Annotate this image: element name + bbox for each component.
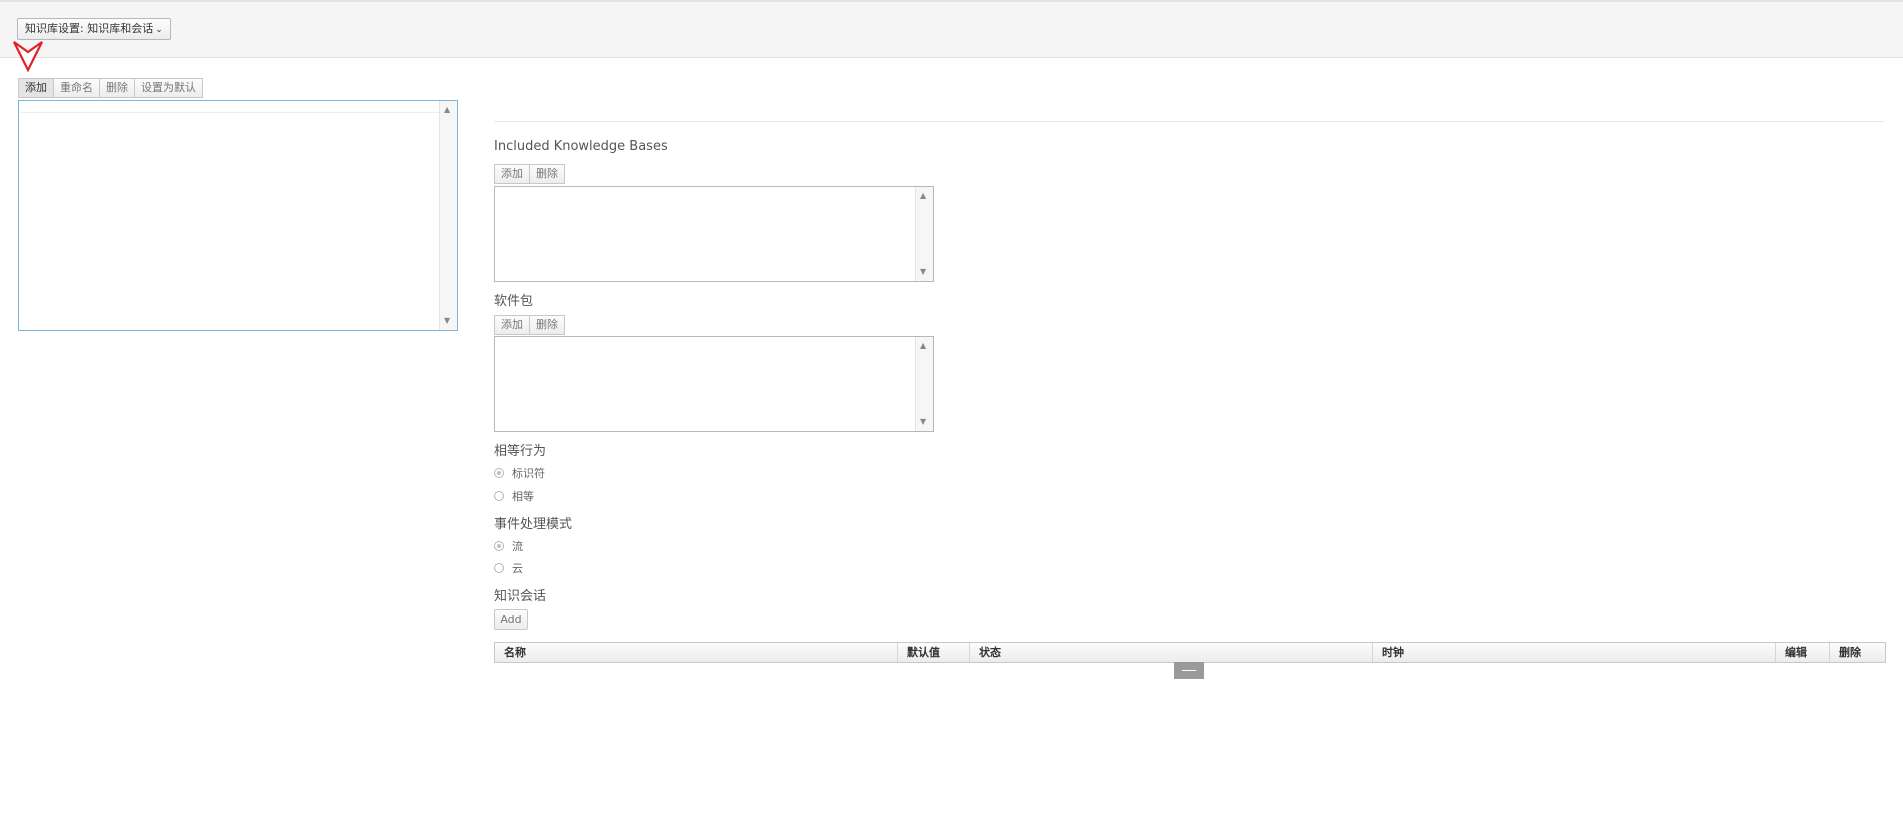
radio-cloud[interactable] (494, 563, 504, 573)
add-session-button[interactable]: Add (494, 609, 528, 630)
add-kbase-button[interactable]: 添加 (18, 78, 54, 98)
event-mode-title: 事件处理模式 (494, 517, 573, 532)
included-kbs-list[interactable]: ▲ ▼ (494, 186, 934, 282)
radio-identity[interactable] (494, 468, 504, 478)
delete-kbase-button[interactable]: 删除 (99, 78, 135, 98)
delete-package-button[interactable]: 删除 (529, 315, 565, 335)
delete-included-kb-button[interactable]: 删除 (529, 164, 565, 184)
radio-stream-label: 流 (512, 540, 523, 553)
add-included-kb-button[interactable]: 添加 (494, 164, 530, 184)
set-default-button[interactable]: 设置为默认 (134, 78, 203, 98)
packages-title: 软件包 (494, 294, 534, 309)
kb-settings-label: 知识库设置: 知识库和会话 (25, 22, 154, 35)
left-panel-toolbar: 添加 重命名 删除 设置为默认 (18, 78, 203, 98)
scroll-down-icon[interactable]: ▼ (444, 317, 450, 325)
section-divider (494, 121, 1884, 122)
included-kbs-scrollbar[interactable]: ▲ ▼ (915, 187, 933, 281)
packages-toolbar: 添加 删除 (494, 315, 565, 335)
col-edit[interactable]: 编辑 (1776, 643, 1830, 662)
sessions-table-header: 名称 默认值 状态 时钟 编辑 删除 (494, 642, 1886, 663)
col-clock[interactable]: 时钟 (1373, 643, 1776, 662)
included-kbs-title: Included Knowledge Bases (494, 139, 668, 154)
radio-equality-label: 相等 (512, 490, 534, 503)
included-kbs-toolbar: 添加 删除 (494, 164, 565, 184)
pointer-arrow-icon (13, 41, 43, 72)
collapse-handle[interactable] (1174, 662, 1204, 679)
add-package-button[interactable]: 添加 (494, 315, 530, 335)
col-default[interactable]: 默认值 (898, 643, 970, 662)
sessions-title: 知识会话 (494, 589, 547, 604)
kbase-list[interactable]: ▲ ▼ (18, 100, 458, 331)
col-delete[interactable]: 删除 (1830, 643, 1885, 662)
scroll-up-icon[interactable]: ▲ (920, 192, 926, 200)
equality-behavior-title: 相等行为 (494, 444, 547, 459)
col-state[interactable]: 状态 (970, 643, 1373, 662)
list-divider (20, 112, 439, 113)
packages-list[interactable]: ▲ ▼ (494, 336, 934, 432)
scroll-down-icon[interactable]: ▼ (920, 268, 926, 276)
packages-scrollbar[interactable]: ▲ ▼ (915, 337, 933, 431)
scroll-up-icon[interactable]: ▲ (444, 106, 450, 114)
radio-identity-label: 标识符 (512, 467, 545, 480)
radio-stream[interactable] (494, 541, 504, 551)
rename-kbase-button[interactable]: 重命名 (53, 78, 100, 98)
col-name[interactable]: 名称 (495, 643, 898, 662)
kbase-list-scrollbar[interactable]: ▲ ▼ (439, 101, 457, 330)
scroll-down-icon[interactable]: ▼ (920, 418, 926, 426)
radio-equality[interactable] (494, 491, 504, 501)
kb-settings-dropdown[interactable]: 知识库设置: 知识库和会话 ⌄ (17, 18, 171, 40)
scroll-up-icon[interactable]: ▲ (920, 342, 926, 350)
chevron-down-icon: ⌄ (155, 25, 163, 35)
top-toolbar (0, 0, 1903, 58)
radio-cloud-label: 云 (512, 562, 523, 575)
